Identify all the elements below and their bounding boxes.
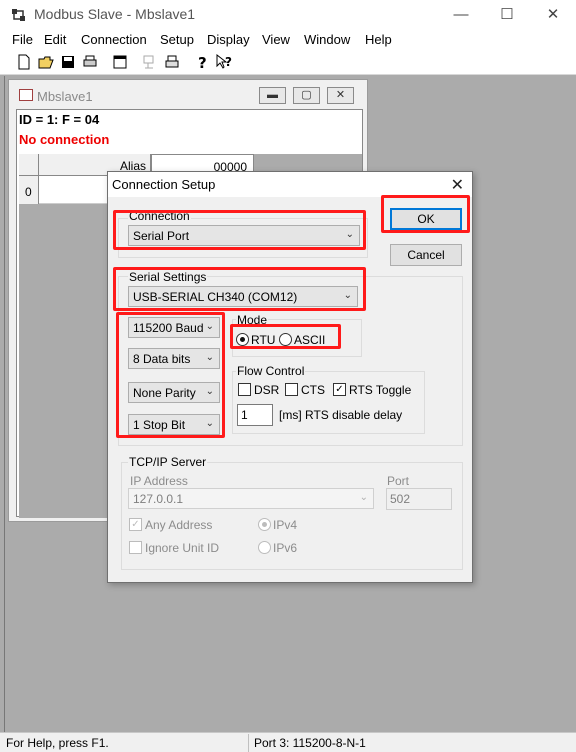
- ip-address-label: IP Address: [130, 474, 188, 488]
- ignore-unit-id-checkbox[interactable]: [129, 541, 142, 554]
- read-disabled-icon: [143, 55, 154, 69]
- ip-address-select[interactable]: 127.0.0.1 ⌄: [128, 488, 374, 509]
- toolbar-separator: [186, 54, 187, 71]
- svg-text:?: ?: [198, 54, 207, 71]
- any-address-label: Any Address: [145, 518, 213, 532]
- grid-corner: [19, 154, 39, 176]
- serial-params-highlight: [116, 312, 225, 438]
- context-help-icon[interactable]: ?: [215, 53, 233, 71]
- dsr-label: DSR: [254, 383, 280, 397]
- printer-alt-icon[interactable]: [163, 53, 181, 71]
- cancel-button[interactable]: Cancel: [390, 244, 462, 266]
- toolbar-separator: [5, 54, 6, 71]
- ipv4-label: IPv4: [273, 518, 298, 532]
- open-folder-icon[interactable]: [37, 53, 55, 71]
- dsr-checkbox[interactable]: [238, 383, 251, 396]
- cts-label: CTS: [301, 383, 325, 397]
- port-input[interactable]: 502: [386, 488, 452, 510]
- ipv6-radio[interactable]: [258, 541, 271, 554]
- port-label: Port: [387, 474, 410, 488]
- connection-status: No connection: [19, 132, 110, 147]
- window-icon[interactable]: [111, 53, 129, 71]
- modbus-slave-app-icon: [12, 9, 25, 21]
- child-title-bar: Mbslave1 ▬ ▢ ✕: [9, 80, 367, 108]
- dialog-title-bar: Connection Setup ✕: [108, 172, 472, 197]
- status-port-text: Port 3: 115200-8-N-1: [254, 736, 366, 750]
- toolbar: ? ?: [0, 50, 576, 75]
- help-icon[interactable]: ?: [193, 53, 211, 71]
- child-maximize-icon[interactable]: ▢: [293, 87, 320, 104]
- rts-delay-label: [ms] RTS disable delay: [279, 408, 403, 422]
- flow-control-label: Flow Control: [236, 364, 306, 378]
- child-title: Mbslave1: [37, 89, 93, 104]
- rts-delay-input[interactable]: 1: [237, 404, 273, 426]
- ok-highlight: [381, 195, 470, 233]
- menu-edit[interactable]: Edit: [44, 32, 66, 47]
- title-bar: Modbus Slave - Mbslave1 — ☐ ✕: [0, 0, 576, 30]
- dialog-title: Connection Setup: [112, 177, 216, 192]
- child-close-icon[interactable]: ✕: [327, 87, 354, 104]
- row-header: 0: [19, 176, 39, 204]
- child-minimize-icon[interactable]: ▬: [259, 87, 286, 104]
- menu-bar: File Edit Connection Setup Display View …: [0, 30, 576, 50]
- menu-help[interactable]: Help: [365, 32, 392, 47]
- any-address-checkbox[interactable]: ✓: [129, 518, 142, 531]
- rts-toggle-label: RTS Toggle: [349, 383, 412, 397]
- close-icon[interactable]: ✕: [530, 0, 576, 30]
- window-title: Modbus Slave - Mbslave1: [34, 6, 196, 22]
- tcpip-server-label: TCP/IP Server: [128, 455, 208, 469]
- document-icon: [19, 89, 33, 101]
- menu-display[interactable]: Display: [207, 32, 250, 47]
- status-help-text: For Help, press F1.: [6, 736, 109, 750]
- ignore-unit-id-label: Ignore Unit ID: [145, 541, 220, 555]
- menu-connection[interactable]: Connection: [81, 32, 147, 47]
- svg-text:?: ?: [225, 55, 232, 69]
- dialog-close-icon[interactable]: ✕: [451, 175, 464, 195]
- rts-toggle-checkbox[interactable]: ✓: [333, 383, 346, 396]
- serial-port-highlight: [113, 267, 366, 311]
- cts-checkbox[interactable]: [285, 383, 298, 396]
- new-document-icon[interactable]: [15, 53, 33, 71]
- menu-setup[interactable]: Setup: [160, 32, 194, 47]
- chevron-down-icon: ⌄: [359, 492, 368, 503]
- menu-view[interactable]: View: [262, 32, 290, 47]
- menu-file[interactable]: File: [12, 32, 33, 47]
- toolbar-separator: [104, 54, 105, 71]
- ip-address-value: 127.0.0.1: [133, 492, 184, 506]
- ipv4-radio[interactable]: [258, 518, 271, 531]
- save-icon[interactable]: [59, 53, 77, 71]
- slave-id-line: ID = 1: F = 04: [19, 112, 100, 127]
- ipv6-label: IPv6: [273, 541, 298, 555]
- print-icon[interactable]: [81, 53, 99, 71]
- connection-highlight: [113, 210, 366, 250]
- status-bar: For Help, press F1. Port 3: 115200-8-N-1: [0, 732, 576, 752]
- menu-window[interactable]: Window: [304, 32, 350, 47]
- mode-highlight: [230, 324, 341, 349]
- maximize-icon[interactable]: ☐: [484, 0, 530, 30]
- minimize-icon[interactable]: —: [438, 0, 484, 30]
- toolbar-separator: [134, 54, 135, 71]
- status-divider: [248, 734, 249, 752]
